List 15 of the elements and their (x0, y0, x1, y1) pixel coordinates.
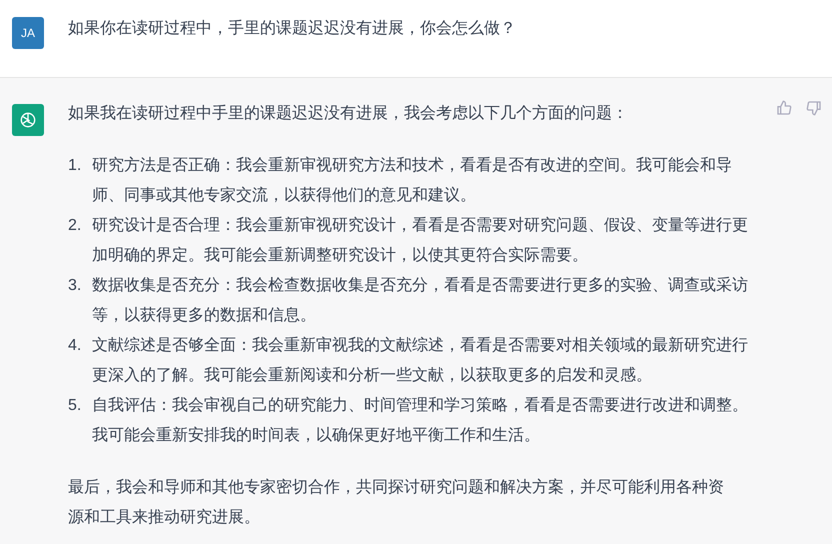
list-number: 1. (68, 156, 82, 176)
list-item-text: 研究设计是否合理：我会重新审视研究设计，看看是否需要对研究问题、假设、变量等进行更加明确的界定。我可能会重新调整研究设计，以使其更符合实际需要。 (92, 216, 749, 266)
knot-logo-icon (18, 110, 38, 130)
list-number: 3. (68, 276, 82, 296)
list-item-text: 研究方法是否正确：我会重新审视研究方法和技术，看看是否有改进的空间。我可能会和导师、同事或其他专家交流，以获得他们的意见和建议。 (92, 156, 733, 206)
list-item-text: 数据收集是否充分：我会检查数据收集是否充分，看看是否需要进行更多的实验、调查或采访等，以获得更多的数据和信息。 (92, 276, 749, 326)
user-message: 如果你在读研过程中，手里的课题迟迟没有进展，你会怎么做？ (68, 18, 516, 39)
list-number: 4. (68, 336, 82, 356)
list-item-text: 自我评估：我会审视自己的研究能力、时间管理和学习策略，看看是否需要进行改进和调整。我可能会重新安排我的时间表，以确保更好地平衡工作和生活。 (92, 396, 749, 446)
list-number: 5. (68, 396, 82, 416)
user-avatar: JA (12, 17, 44, 49)
answer-conclusion: 最后，我会和导师和其他专家密切合作，共同探讨研究问题和解决方案，并尽可能利用各种资源和工具来推动研究进展。 (68, 477, 725, 528)
list-number: 2. (68, 216, 82, 236)
list-item-text: 文献综述是否够全面：我会重新审视我的文献综述，看看是否需要对相关领域的最新研究进行更深入的了解。我可能会重新阅读和分析一些文献，以获取更多的启发和灵感。 (92, 336, 749, 386)
answer-intro: 如果我在读研过程中手里的课题迟迟没有进展，我会考虑以下几个方面的问题： (68, 104, 629, 124)
